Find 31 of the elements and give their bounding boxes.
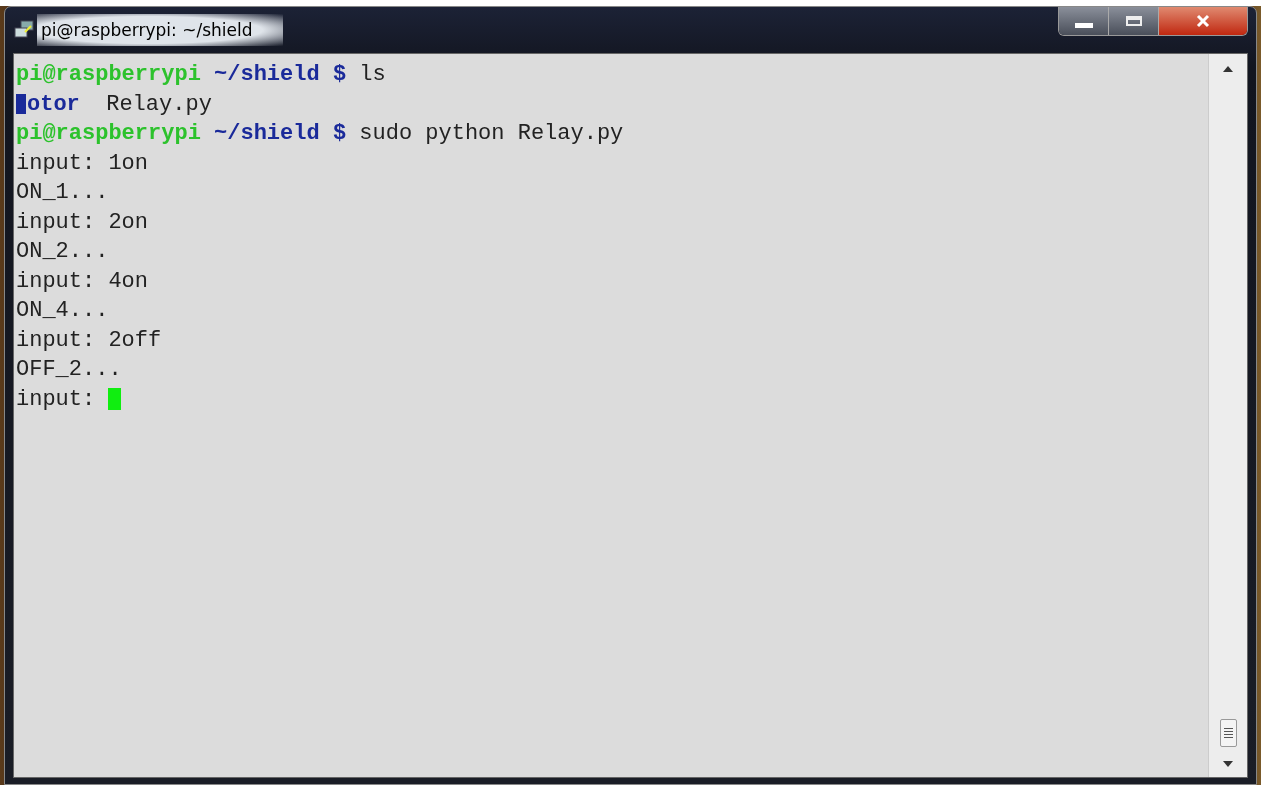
- terminal-text: input: 2off: [16, 326, 162, 355]
- terminal-text: sudo python Relay.py: [359, 120, 624, 148]
- highlight-block: [16, 94, 26, 115]
- close-button[interactable]: [1159, 7, 1247, 35]
- maximize-button[interactable]: [1109, 7, 1159, 35]
- directory-name: otor: [27, 90, 80, 119]
- terminal-text: OFF_2...: [16, 356, 122, 384]
- scroll-thumb[interactable]: [1219, 719, 1237, 747]
- terminal-text: input: 2on: [16, 208, 149, 237]
- minimize-button[interactable]: [1059, 7, 1109, 35]
- terminal-text: ON_1...: [16, 179, 109, 207]
- prompt-path: ~/shield: [214, 61, 320, 89]
- terminal-text: ON_2...: [16, 238, 109, 266]
- scrollbar[interactable]: [1208, 54, 1247, 777]
- terminal-text: input:: [16, 385, 96, 414]
- terminal-text: ON_4...: [16, 297, 109, 325]
- close-icon: [1195, 14, 1211, 28]
- prompt-user: pi@raspberrypi: [16, 120, 201, 148]
- terminal-text: input: 1on: [16, 149, 149, 178]
- window-title: pi@raspberrypi: ~/shield: [37, 14, 283, 46]
- prompt-sign: $: [332, 61, 347, 89]
- scroll-down-icon[interactable]: [1223, 761, 1233, 767]
- prompt-path: ~/shield: [214, 120, 320, 148]
- prompt-user: pi@raspberrypi: [16, 61, 201, 89]
- terminal-text: input: 4on: [16, 267, 149, 296]
- terminal-text: Relay.py: [105, 90, 212, 119]
- text-cursor: [108, 388, 122, 411]
- scroll-up-icon[interactable]: [1223, 66, 1233, 72]
- computers-icon: [13, 20, 35, 40]
- prompt-sign: $: [332, 120, 347, 148]
- terminal-text: ls: [359, 61, 386, 89]
